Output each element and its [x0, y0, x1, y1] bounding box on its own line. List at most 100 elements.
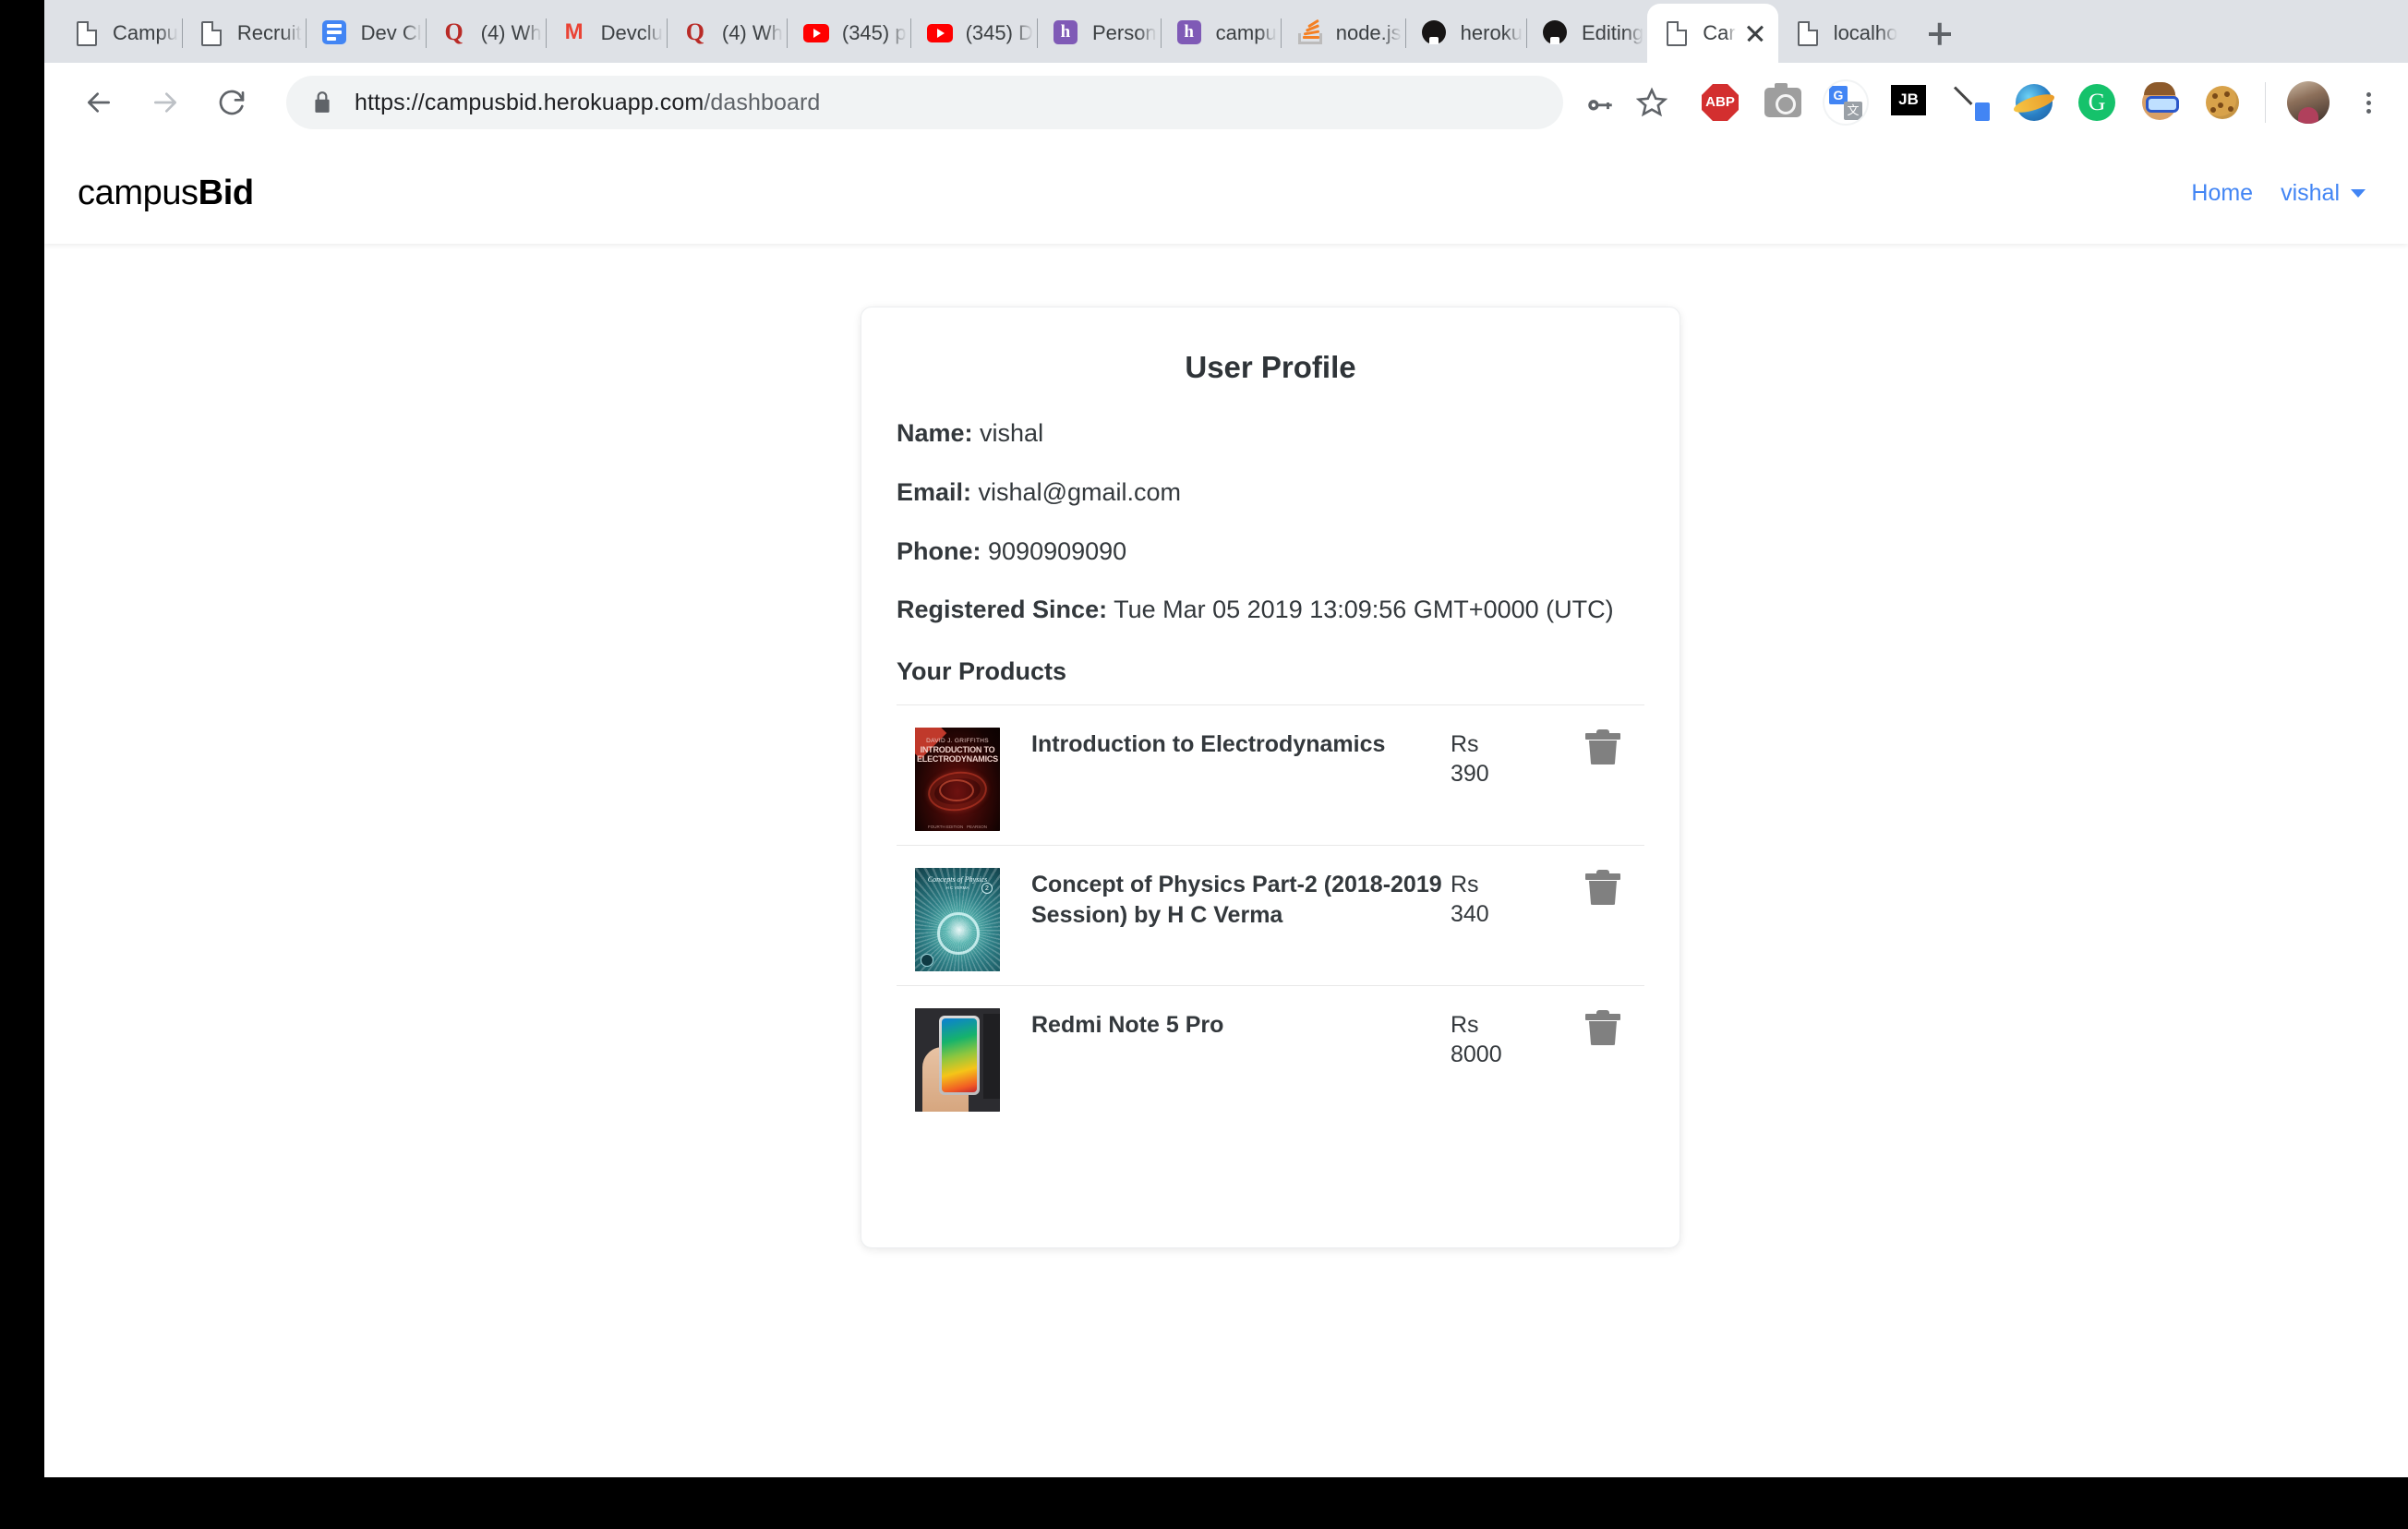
browser-tab[interactable]: Car [1647, 4, 1777, 63]
browser-tab[interactable]: Q(4) Wh [426, 4, 546, 63]
browser-tab[interactable]: Recruit [182, 4, 306, 63]
tab-separator [1526, 18, 1527, 48]
heroku-icon: h [1177, 20, 1203, 46]
tab-separator [546, 18, 547, 48]
tab-separator [667, 18, 668, 48]
product-name: Introduction to Electrodynamics [1031, 728, 1451, 760]
tab-label: campu [1216, 21, 1277, 45]
adblock-plus-icon[interactable]: ABP [1695, 78, 1745, 127]
browser-tab[interactable]: MDevclu [546, 4, 667, 63]
tab-label: Recruit [237, 21, 302, 45]
jetbrains-icon[interactable]: JB [1884, 78, 1933, 127]
tab-label: Devclu [601, 21, 663, 45]
profile-field: Name: vishal [897, 418, 1644, 450]
browser-toolbar: https://campusbid.herokuapp.com/dashboar… [44, 63, 2408, 142]
user-dropdown-label: vishal [2281, 180, 2340, 207]
url-path: /dashboard [704, 90, 820, 115]
browser-tab[interactable]: (345) p [787, 4, 910, 63]
grammarly-icon[interactable]: G [2072, 78, 2122, 127]
browser-tab[interactable]: Editing [1526, 4, 1647, 63]
tab-label: Campu [113, 21, 178, 45]
page-title: User Profile [897, 350, 1644, 385]
browser-tab[interactable]: Dev Cl [306, 4, 426, 63]
trash-icon [1585, 729, 1620, 766]
product-thumbnail: Concepts of PhysicsH C VERMA2 [915, 868, 1000, 971]
extensions-bar: ABP JB G [1689, 78, 2390, 127]
tab-separator [787, 18, 788, 48]
google-translate-icon[interactable] [1821, 78, 1871, 127]
url-scheme: https:// [355, 90, 425, 115]
tab-label: Editing [1582, 21, 1643, 45]
browser-tab[interactable]: heroku [1405, 4, 1526, 63]
reload-button[interactable] [205, 76, 259, 129]
browser-tab[interactable]: h Person [1037, 4, 1161, 63]
price-currency: Rs [1451, 872, 1479, 897]
price-amount: 390 [1451, 761, 1489, 787]
color-picker-icon[interactable] [1946, 78, 1996, 127]
document-icon [1795, 20, 1821, 46]
github-icon [1543, 20, 1569, 46]
tab-label: (345) D [966, 21, 1033, 45]
delete-product-button[interactable] [1561, 868, 1644, 907]
nav-link-home[interactable]: Home [2191, 180, 2253, 207]
youtube-icon [927, 20, 953, 46]
profile-fields: Name: vishal Email: vishal@gmail.com Phone… [897, 418, 1644, 626]
tab-separator [306, 18, 307, 48]
navbar-links: Home vishal [2191, 180, 2366, 207]
tab-separator [1405, 18, 1406, 48]
field-label: Email: [897, 478, 971, 506]
delete-product-button[interactable] [1561, 1008, 1644, 1047]
price-amount: 340 [1451, 901, 1489, 927]
tab-label: (4) Wh [481, 21, 542, 45]
product-price: Rs 8000 [1451, 1008, 1561, 1069]
product-name: Concept of Physics Part-2 (2018-2019 Ses… [1031, 868, 1451, 932]
products-section-title: Your Products [897, 657, 1644, 686]
price-currency: Rs [1451, 1012, 1479, 1038]
product-price: Rs 340 [1451, 868, 1561, 929]
tab-separator [910, 18, 911, 48]
browser-tab[interactable]: (345) D [910, 4, 1037, 63]
tab-label: localho [1834, 21, 1898, 45]
tab-label: Car [1703, 21, 1735, 45]
tab-separator [1161, 18, 1162, 48]
screenshot-camera-icon[interactable] [1758, 78, 1808, 127]
profile-avatar[interactable] [2283, 78, 2333, 127]
field-value: vishal [980, 419, 1043, 447]
heroku-icon: h [1054, 20, 1079, 46]
browser-tab[interactable]: node.js [1281, 4, 1405, 63]
close-icon[interactable] [1741, 19, 1769, 47]
products-list: DAVID J. GRIFFITHSINTRODUCTION TOELECTRO… [897, 704, 1644, 1126]
tab-label: Person [1092, 21, 1157, 45]
browser-tab[interactable]: localho [1778, 4, 1902, 63]
field-value: Tue Mar 05 2019 13:09:56 GMT+0000 (UTC) [1114, 596, 1614, 623]
avatar-face-icon[interactable] [2135, 78, 2185, 127]
lock-icon [310, 90, 334, 114]
profile-field: Phone: 9090909090 [897, 536, 1644, 568]
forward-button[interactable] [138, 76, 192, 129]
tab-strip: CampuRecruitDev ClQ(4) WhMDevcluQ(4) Wh(… [44, 0, 2408, 63]
tab-label: Dev Cl [361, 21, 422, 45]
user-dropdown[interactable]: vishal [2281, 180, 2366, 207]
product-thumbnail [915, 1008, 1000, 1112]
password-key-icon[interactable] [1576, 78, 1624, 126]
tab-label: node.js [1336, 21, 1402, 45]
internet-download-manager-icon[interactable] [2009, 78, 2059, 127]
bookmark-star-icon[interactable] [1628, 78, 1676, 126]
new-tab-button[interactable] [1914, 7, 1966, 59]
url-host: campusbid.herokuapp.com [425, 90, 704, 115]
delete-product-button[interactable] [1561, 728, 1644, 766]
browser-tab[interactable]: hcampu [1161, 4, 1281, 63]
browser-tab[interactable]: Campu [57, 4, 182, 63]
profile-field: Email: vishal@gmail.com [897, 477, 1644, 509]
brand-light: campus [78, 174, 199, 212]
field-value: 9090909090 [988, 537, 1126, 565]
tab-label: (4) Wh [722, 21, 783, 45]
chrome-menu-icon[interactable] [2347, 81, 2390, 124]
back-button[interactable] [72, 76, 126, 129]
site-navbar: campusBid Home vishal [44, 142, 2408, 244]
browser-tab[interactable]: Q(4) Wh [667, 4, 787, 63]
address-bar[interactable]: https://campusbid.herokuapp.com/dashboar… [286, 76, 1563, 129]
cookie-icon[interactable] [2197, 78, 2247, 127]
price-amount: 8000 [1451, 1041, 1502, 1067]
site-logo[interactable]: campusBid [78, 174, 254, 213]
